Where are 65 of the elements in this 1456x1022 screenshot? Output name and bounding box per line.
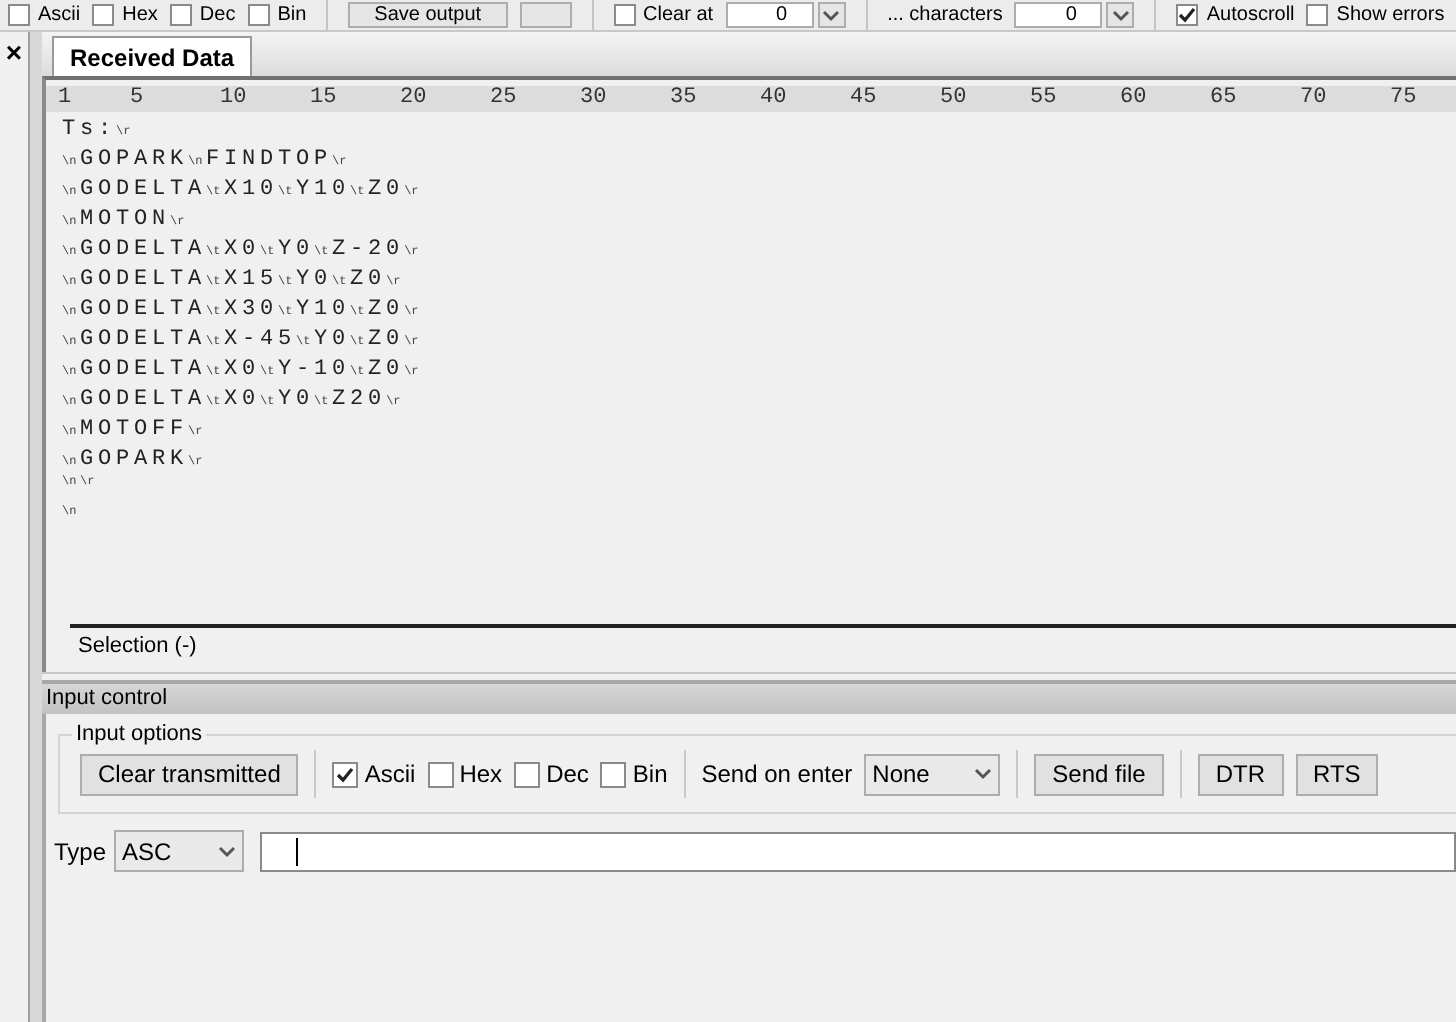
checkbox-label: Ascii bbox=[364, 758, 416, 792]
ruler-number: 1 bbox=[58, 86, 72, 112]
input-field[interactable] bbox=[260, 831, 1456, 871]
panel-title: Input control bbox=[46, 684, 168, 715]
type-label: Type bbox=[54, 835, 107, 869]
ruler-number: 15 bbox=[310, 86, 337, 112]
checkbox[interactable] bbox=[1306, 4, 1329, 26]
ruler-number: 55 bbox=[1030, 86, 1057, 112]
checkbox[interactable] bbox=[514, 761, 541, 787]
action-button[interactable]: RTS bbox=[1295, 753, 1379, 795]
action-button[interactable]: Send file bbox=[1034, 753, 1164, 795]
number-field[interactable]: 0 bbox=[725, 2, 814, 28]
type-dropdown[interactable]: ASC bbox=[114, 830, 245, 872]
ruler-number: 25 bbox=[490, 86, 517, 112]
chevron-down-icon bbox=[218, 845, 237, 857]
chevron-down-icon bbox=[974, 768, 993, 780]
ruler-number: 5 bbox=[130, 86, 144, 112]
checkbox-label: Hex bbox=[122, 4, 158, 26]
checkbox[interactable] bbox=[8, 4, 30, 26]
check-icon bbox=[1178, 6, 1197, 24]
ruler-number: 70 bbox=[1300, 86, 1327, 112]
ruler-number: 40 bbox=[760, 86, 787, 112]
group-title: Input options bbox=[72, 720, 206, 748]
toolbar-label: ... characters bbox=[887, 4, 1003, 26]
action-button[interactable]: Clear transmitted bbox=[80, 753, 299, 795]
checkbox[interactable] bbox=[1176, 4, 1199, 26]
dropdown[interactable]: None bbox=[864, 753, 1001, 795]
ruler-number: 20 bbox=[400, 86, 427, 112]
tab[interactable]: Received Data bbox=[52, 36, 253, 76]
dropdown-button[interactable] bbox=[817, 2, 846, 28]
checkbox-label: Clear at bbox=[643, 4, 714, 26]
selection-status: Selection (-) bbox=[78, 632, 199, 662]
ruler-number: 45 bbox=[850, 86, 877, 112]
checkbox[interactable] bbox=[613, 4, 636, 26]
toolbar-button[interactable]: Save output bbox=[348, 2, 508, 28]
ruler-number: 75 bbox=[1390, 86, 1417, 112]
checkbox[interactable] bbox=[247, 4, 270, 26]
checkbox[interactable] bbox=[92, 4, 115, 26]
checkbox-label: Show errors bbox=[1336, 4, 1445, 26]
ruler-number: 35 bbox=[670, 86, 697, 112]
checkbox[interactable] bbox=[169, 4, 192, 26]
dropdown-button[interactable] bbox=[1106, 2, 1135, 28]
checkbox[interactable] bbox=[600, 761, 627, 787]
field-label: Send on enter bbox=[701, 758, 853, 792]
ruler-number: 60 bbox=[1120, 86, 1147, 112]
checkbox-label: Bin bbox=[632, 758, 668, 792]
ruler-number: 10 bbox=[220, 86, 247, 112]
checkbox[interactable] bbox=[427, 761, 454, 787]
ruler-number: 50 bbox=[940, 86, 967, 112]
check-icon bbox=[336, 765, 355, 783]
ruler-number: 30 bbox=[580, 86, 607, 112]
close-button[interactable]: × bbox=[5, 36, 23, 68]
checkbox-label: Dec bbox=[546, 758, 589, 792]
checkbox[interactable] bbox=[332, 761, 359, 787]
checkbox-label: Autoscroll bbox=[1206, 4, 1295, 26]
action-button[interactable]: DTR bbox=[1197, 753, 1284, 795]
toolbar-button[interactable] bbox=[519, 2, 572, 28]
checkbox-label: Ascii bbox=[38, 4, 81, 26]
checkbox-label: Hex bbox=[459, 758, 503, 792]
chevron-down-icon bbox=[1111, 9, 1130, 21]
checkbox-label: Dec bbox=[199, 4, 236, 26]
chevron-down-icon bbox=[822, 9, 841, 21]
ruler-number: 65 bbox=[1210, 86, 1237, 112]
number-field[interactable]: 0 bbox=[1014, 2, 1103, 28]
checkbox-label: Bin bbox=[277, 4, 307, 26]
